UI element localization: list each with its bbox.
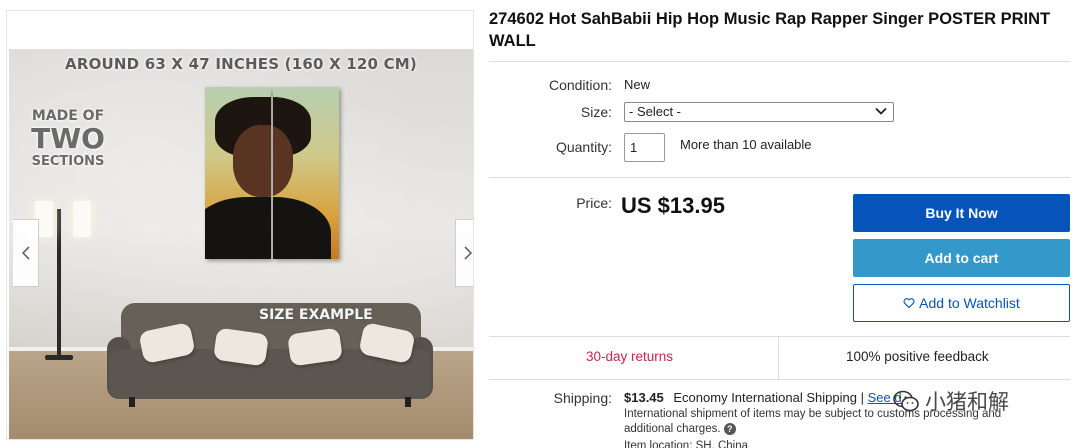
chevron-right-icon: [464, 246, 473, 260]
next-image-button[interactable]: [455, 219, 473, 287]
condition-label: Condition:: [548, 77, 612, 93]
add-to-cart-button[interactable]: Add to cart: [853, 239, 1070, 277]
sections-caption-line3: SECTIONS: [31, 154, 105, 169]
poster-panel-right: [273, 87, 339, 259]
size-select[interactable]: - Select -: [624, 102, 894, 122]
shipping-summary: $13.45 Economy International Shipping | …: [624, 390, 902, 405]
wechat-icon: [893, 390, 919, 412]
help-icon[interactable]: ?: [723, 422, 736, 435]
sections-caption: MADE OF TWO SECTIONS: [23, 109, 113, 168]
image-size-caption: AROUND 63 X 47 INCHES (160 X 120 CM): [65, 55, 417, 73]
floor-lamp: [57, 209, 61, 359]
poster-panel-left: [205, 87, 271, 259]
previous-image-button[interactable]: [13, 219, 39, 287]
item-location: Item location: SH, China: [624, 440, 749, 448]
divider: [489, 177, 1070, 178]
availability-text: More than 10 available: [680, 137, 812, 152]
poster-jacket: [205, 197, 271, 259]
shipping-price: $13.45: [624, 390, 664, 405]
poster-face: [233, 125, 271, 197]
watermark-text: 小猪和解: [925, 391, 1009, 414]
size-example-caption: SIZE EXAMPLE: [259, 307, 373, 323]
quantity-label: Quantity:: [555, 139, 612, 155]
divider-vertical: [778, 337, 779, 379]
price-value: US $13.95: [621, 193, 725, 218]
size-label: Size:: [580, 104, 612, 120]
watermark: 小猪和解: [893, 386, 1009, 416]
watchlist-label: Add to Watchlist: [919, 295, 1020, 311]
divider: [489, 61, 1070, 62]
poster-jacket: [273, 197, 331, 259]
buy-it-now-button[interactable]: Buy It Now: [853, 194, 1070, 232]
size-select-value: - Select -: [629, 104, 682, 119]
product-photo[interactable]: AROUND 63 X 47 INCHES (160 X 120 CM) MAD…: [9, 49, 473, 439]
lamp-base: [45, 355, 73, 360]
sections-caption-line1: MADE OF: [31, 108, 105, 124]
condition-value: New: [624, 77, 651, 92]
sections-caption-line2: TWO: [31, 122, 105, 155]
returns-policy: 30-day returns: [586, 349, 674, 364]
heart-icon: [903, 298, 915, 309]
chevron-down-icon: [875, 107, 887, 115]
lamp-shade: [73, 201, 91, 237]
sofa-leg: [129, 397, 135, 407]
quantity-input[interactable]: [624, 133, 665, 162]
shipping-label: Shipping:: [553, 390, 612, 406]
shipping-method: Economy International Shipping |: [673, 390, 864, 405]
image-gallery: AROUND 63 X 47 INCHES (160 X 120 CM) MAD…: [6, 10, 474, 440]
add-to-watchlist-button[interactable]: Add to Watchlist: [853, 284, 1070, 322]
price-label: Price:: [576, 195, 612, 211]
listing-title: 274602 Hot SahBabii Hip Hop Music Rap Ra…: [489, 10, 1051, 50]
chevron-left-icon: [21, 246, 30, 260]
seller-feedback: 100% positive feedback: [846, 349, 989, 364]
sofa-leg: [405, 397, 411, 407]
divider: [489, 336, 1070, 337]
divider: [489, 379, 1070, 380]
